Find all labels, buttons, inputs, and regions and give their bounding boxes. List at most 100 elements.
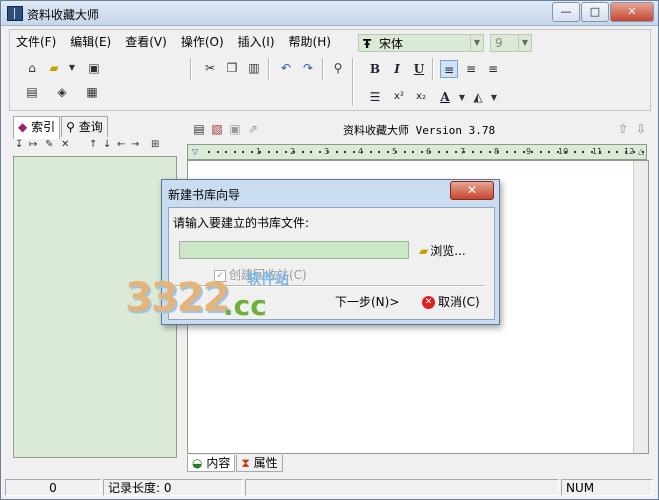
ruler-dot [522,151,525,153]
book-stack-icon[interactable]: ◈ [54,84,70,100]
insert-sibling-icon[interactable]: ↦ [29,139,37,150]
status-bar: 0 记录长度: 0 NUM [1,477,658,499]
left-indent-marker[interactable]: ▽ [192,145,198,159]
ruler-dot [352,151,355,153]
highlight-dropdown[interactable]: ▼ [486,90,502,106]
dialog-prompt: 请输入要建立的书库文件: [173,216,310,230]
ruler-dot [616,151,618,153]
next-button[interactable]: 下一步(N)> [335,293,399,310]
ruler[interactable]: ▽ 1 2 3 4 5 6 7 8 9 10 11 12 △ [187,144,647,160]
bold-button[interactable]: B [366,60,384,78]
menu-operate[interactable]: 操作(O) [181,32,224,52]
toolbar-area: 文件(F) 编辑(E) 查看(V) 操作(O) 插入(I) 帮助(H) ⌂ ▰ … [9,29,651,111]
insert-child-icon[interactable]: ↧ [15,139,23,150]
menu-view[interactable]: 查看(V) [125,32,167,52]
cut-icon[interactable]: ✂ [202,60,218,76]
editor-scrollbar[interactable] [633,161,648,453]
watermark-site: 软件站 [247,272,289,288]
menu-edit[interactable]: 编辑(E) [70,32,111,52]
ruler-dot [318,151,321,153]
document-attach-icon[interactable]: ▧ [209,121,225,137]
new-icon[interactable]: ⌂ [24,60,40,76]
bullet-list-button[interactable]: ☰ [366,88,384,106]
ruler-dot [208,151,210,153]
align-right-button[interactable]: ≡ [484,60,502,78]
ruler-dot [590,151,593,153]
subscript-button[interactable]: x₂ [412,88,430,106]
undo-icon[interactable]: ↶ [278,60,294,76]
ruler-dot [233,151,236,153]
delete-node-icon[interactable]: ✕ [61,139,69,150]
find-icon[interactable]: ⚲ [330,60,346,76]
font-dropdown-arrow[interactable]: ▼ [470,34,484,52]
size-dropdown-arrow[interactable]: ▼ [518,34,532,52]
document-save-icon[interactable]: ▣ [227,121,243,137]
open-folder-icon[interactable]: ▰ [46,60,62,76]
menu-bar: 文件(F) 编辑(E) 查看(V) 操作(O) 插入(I) 帮助(H) [16,32,345,52]
maximize-button[interactable]: □ [581,2,609,22]
edit-node-icon[interactable]: ✎ [45,139,53,150]
export-icon[interactable]: ⇗ [245,121,261,137]
menu-file[interactable]: 文件(F) [16,32,56,52]
ruler-dot [505,151,508,153]
lock-icon[interactable]: ▤ [24,84,40,100]
menu-help[interactable]: 帮助(H) [289,32,331,52]
font-name-select[interactable]: Ŧ 宋体 [358,34,476,52]
text-color-icon[interactable]: A [436,88,454,106]
tab-content[interactable]: ◒ 内容 [187,455,236,472]
underline-button[interactable]: U [410,60,428,78]
save-icon[interactable]: ▣ [86,60,102,76]
arrow-down-icon[interactable]: ⇩ [633,121,649,137]
ruler-dot [225,151,227,153]
tab-index[interactable]: ◆ 索引 [13,116,61,139]
tree-toolbar: ↧ ↦ ✎ ✕ ↑ ↓ ← → ⊞ [13,139,177,155]
copy-icon[interactable]: ❐ [224,60,240,76]
ruler-dot [386,151,389,153]
minimize-button[interactable]: — [552,2,580,22]
arrow-up-icon[interactable]: ⇧ [615,121,631,137]
redo-icon[interactable]: ↷ [300,60,316,76]
library-file-input[interactable] [179,241,409,259]
ruler-dot [437,151,440,153]
ruler-dot [556,151,559,153]
open-dropdown-icon[interactable]: ▼ [64,60,80,76]
italic-button[interactable]: I [388,60,406,78]
document-icon[interactable]: ▤ [191,121,207,137]
move-right-icon[interactable]: → [131,139,139,150]
align-center-button[interactable]: ≡ [462,60,480,78]
ruler-dot [412,151,414,153]
content-icon: ◒ [192,456,203,470]
cancel-button[interactable]: ✕ 取消(C) [422,293,480,310]
ruler-dot [607,151,610,153]
ruler-dot [395,151,397,153]
ruler-dot [480,151,482,153]
move-down-icon[interactable]: ↓ [103,139,111,150]
browse-button[interactable]: ▰ 浏览... [419,242,466,259]
main-window: 资料收藏大师 — □ ✕ 文件(F) 编辑(E) 查看(V) 操作(O) 插入(… [0,0,659,500]
ruler-dot [565,151,567,153]
tab-properties[interactable]: ⧗ 属性 [236,455,283,472]
toolbar-separator [190,58,192,80]
text-color-dropdown[interactable]: ▼ [454,90,470,106]
window-title: 资料收藏大师 [27,8,100,22]
dialog-title: 新建书库向导 [168,188,241,202]
toolbar-separator [352,58,354,106]
paste-icon[interactable]: ▥ [246,60,262,76]
book-icon [7,6,23,21]
move-up-icon[interactable]: ↑ [89,139,97,150]
print-icon[interactable]: ▦ [84,84,100,100]
close-button[interactable]: ✕ [610,2,654,22]
highlight-bucket-icon[interactable]: ◭ [470,89,486,105]
menu-insert[interactable]: 插入(I) [238,32,275,52]
tree-structure-icon[interactable]: ⊞ [151,139,159,150]
move-left-icon[interactable]: ← [117,139,125,150]
dialog-close-button[interactable]: ✕ [450,181,494,200]
tab-query[interactable]: ⚲ 查询 [61,116,108,137]
align-left-button[interactable]: ≡ [440,60,458,78]
ruler-dot [633,151,635,153]
ruler-dot [531,151,533,153]
watermark-domain: .cc [223,289,267,322]
toolbar-separator [322,58,324,80]
ruler-dot [284,151,287,153]
superscript-button[interactable]: x² [390,88,408,106]
